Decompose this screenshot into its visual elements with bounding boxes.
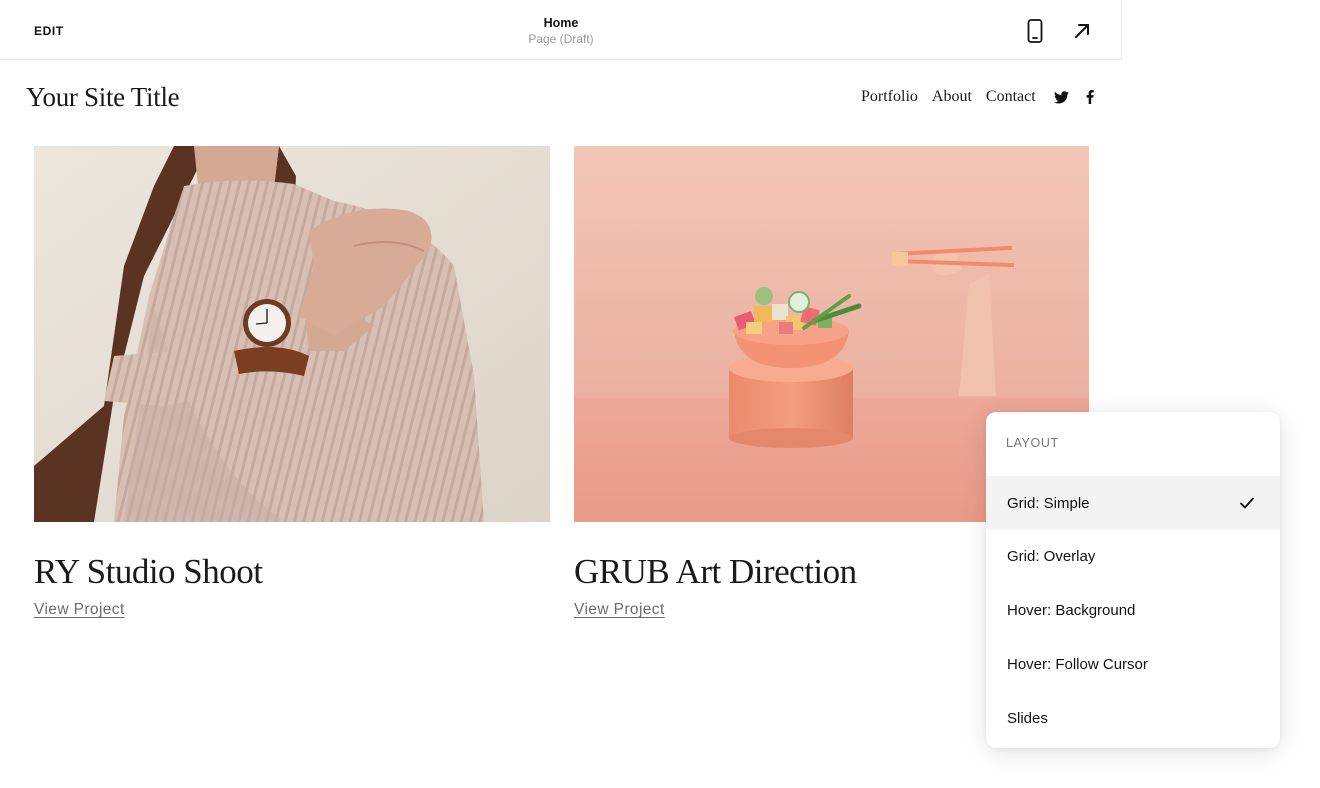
nav-link-about[interactable]: About [932,88,972,106]
layout-option-label: Hover: Background [1007,601,1136,619]
layout-popover: LAYOUT Grid: Simple Grid: Overlay Hover:… [986,412,1280,748]
nav-link-contact[interactable]: Contact [986,88,1036,106]
nav-link-portfolio[interactable]: Portfolio [861,88,918,106]
facebook-icon [1086,90,1094,104]
twitter-link[interactable] [1054,89,1070,105]
layout-option-label: Hover: Follow Cursor [1007,655,1148,673]
open-site-button[interactable] [1068,16,1096,46]
layout-option-hover-follow-cursor[interactable]: Hover: Follow Cursor [986,637,1280,691]
layout-option-hover-background[interactable]: Hover: Background [986,583,1280,637]
twitter-icon [1054,90,1070,103]
layout-option-label: Slides [1007,709,1048,727]
layout-option-slides[interactable]: Slides [986,691,1280,745]
layout-option-grid-simple[interactable]: Grid: Simple [986,476,1280,530]
view-project-link-ry-studio[interactable]: View Project [34,601,125,619]
site-navigation: Portfolio About Contact [861,88,1098,106]
page-info: Home Page (Draft) [461,15,661,47]
page-status: Page (Draft) [528,32,594,46]
page-title: Home [543,16,579,30]
layout-option-label: Grid: Overlay [1007,547,1096,565]
view-project-link-grub[interactable]: View Project [574,601,665,619]
project-image-ry-studio[interactable] [34,146,550,522]
site-title[interactable]: Your Site Title [26,82,180,113]
layout-option-grid-overlay[interactable]: Grid: Overlay [986,529,1280,583]
edit-button[interactable]: EDIT [34,24,64,38]
facebook-link[interactable] [1082,89,1098,105]
layout-heading: LAYOUT [1006,436,1059,450]
mobile-preview-button[interactable] [1021,16,1049,46]
checkmark-icon [1240,497,1254,509]
layout-option-label: Grid: Simple [1007,494,1090,512]
editor-topbar: EDIT Home Page (Draft) [0,0,1122,60]
open-external-icon [1075,24,1089,38]
project-title-grub[interactable]: GRUB Art Direction [574,552,857,592]
woman-wearing-watch-photo [34,146,550,522]
project-title-ry-studio[interactable]: RY Studio Shoot [34,552,263,592]
mobile-preview-icon [1027,19,1043,43]
